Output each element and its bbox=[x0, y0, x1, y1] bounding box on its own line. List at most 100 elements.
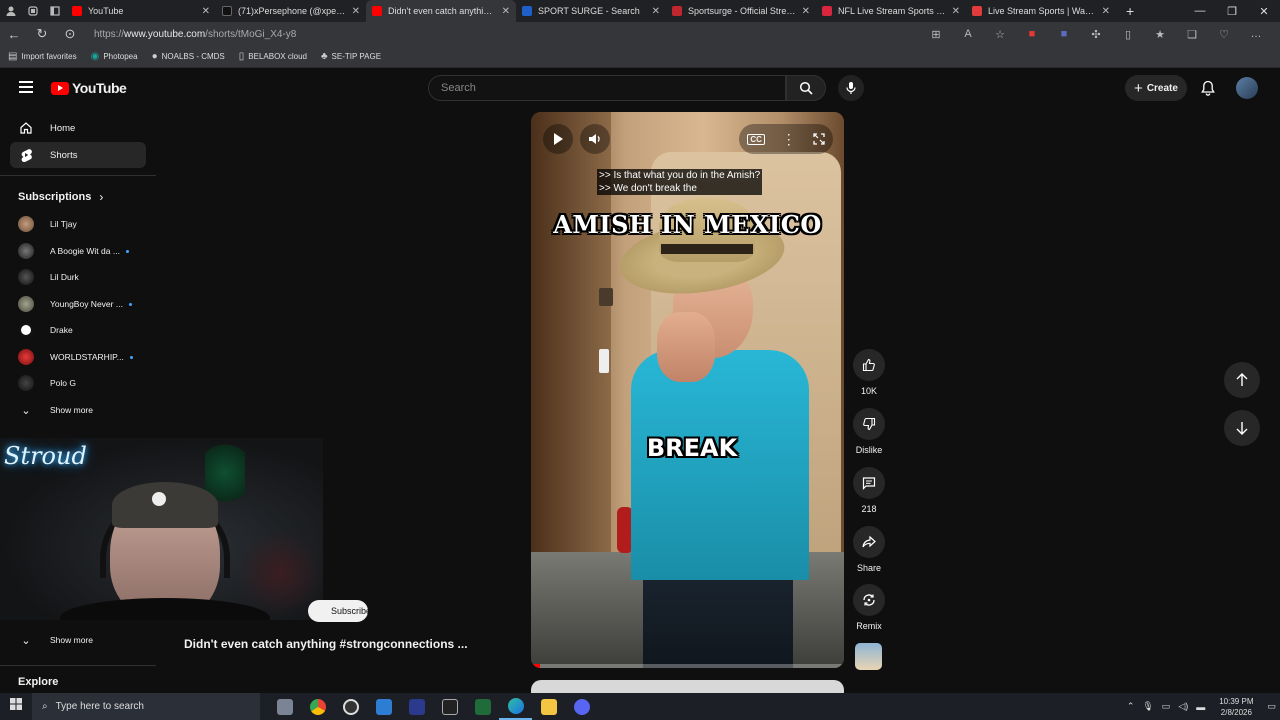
more-menu-icon[interactable]: … bbox=[1240, 28, 1272, 40]
workspaces-icon[interactable] bbox=[22, 0, 44, 22]
menu-icon[interactable] bbox=[19, 81, 33, 96]
next-short-preview[interactable] bbox=[531, 680, 844, 693]
site-info-icon[interactable]: ⊙ bbox=[56, 26, 84, 42]
battery-icon[interactable]: ▬ bbox=[1196, 702, 1205, 712]
comments-button[interactable]: 218 bbox=[852, 467, 886, 514]
start-button[interactable] bbox=[0, 697, 32, 716]
show-more-label: Show more bbox=[50, 405, 93, 415]
tab-close-icon[interactable]: ✕ bbox=[502, 6, 510, 17]
xbox-icon[interactable] bbox=[466, 693, 499, 720]
show-more-button[interactable]: ⌄ Show more bbox=[18, 630, 156, 650]
bookmark-se-tip[interactable]: ♣ SE-TIP PAGE bbox=[321, 51, 381, 62]
microphone-icon[interactable]: 🎙 bbox=[1142, 701, 1153, 712]
browser-tab[interactable]: (71)xPersephone (@xpersephone ✕ bbox=[216, 0, 366, 22]
app-available-icon[interactable]: ⊞ bbox=[920, 28, 952, 41]
browser-tab[interactable]: NFL Live Stream Sports | Watch ✕ bbox=[816, 0, 966, 22]
youtube-logo[interactable]: YouTube bbox=[51, 80, 127, 96]
tab-close-icon[interactable]: ✕ bbox=[802, 6, 810, 17]
browser-essentials-icon[interactable]: ♡ bbox=[1208, 28, 1240, 41]
browser-tab-active[interactable]: Didn't even catch anything #st ✕ bbox=[366, 0, 516, 22]
bookmark-belabox[interactable]: ▯ BELABOX cloud bbox=[239, 51, 307, 62]
file-explorer-icon[interactable] bbox=[532, 693, 565, 720]
subscription-item[interactable]: YoungBoy Never ... bbox=[18, 294, 156, 314]
voice-search-button[interactable] bbox=[838, 75, 864, 101]
restore-icon[interactable]: ❐ bbox=[1216, 5, 1248, 18]
read-aloud-icon[interactable]: A bbox=[952, 28, 984, 40]
edge-icon[interactable] bbox=[499, 693, 532, 720]
remix-button[interactable]: Remix bbox=[852, 584, 886, 631]
captions-icon[interactable]: CC bbox=[747, 133, 765, 145]
obs-icon[interactable] bbox=[334, 693, 367, 720]
taskbar-search[interactable]: ⌕ Type here to search bbox=[32, 693, 260, 720]
volume-icon[interactable]: ◁) bbox=[1178, 701, 1188, 712]
favorite-star-icon[interactable]: ☆ bbox=[984, 28, 1016, 41]
task-view-icon[interactable] bbox=[268, 693, 301, 720]
ublock-extension-icon[interactable]: ■ bbox=[1016, 28, 1048, 40]
short-title[interactable]: Didn't even catch anything #strongconnec… bbox=[184, 637, 468, 651]
extensions-puzzle-icon[interactable]: ✣ bbox=[1080, 28, 1112, 41]
subscription-item[interactable]: Polo G bbox=[18, 373, 156, 393]
search-button[interactable] bbox=[786, 75, 826, 101]
notifications-button[interactable] bbox=[1198, 77, 1218, 99]
app-icon[interactable] bbox=[565, 693, 598, 720]
browser-tab[interactable]: Live Stream Sports | Watchspo ✕ bbox=[966, 0, 1116, 22]
tab-close-icon[interactable]: ✕ bbox=[652, 6, 660, 17]
subscription-item[interactable]: Drake bbox=[18, 320, 156, 340]
create-button[interactable]: + Create bbox=[1125, 75, 1187, 101]
browser-tab[interactable]: SPORT SURGE - Search ✕ bbox=[516, 0, 666, 22]
close-window-icon[interactable]: ✕ bbox=[1248, 5, 1280, 18]
sidebar-item-shorts[interactable]: Shorts bbox=[10, 142, 146, 168]
volume-button[interactable] bbox=[580, 124, 610, 154]
extension-icon[interactable]: ■ bbox=[1048, 28, 1080, 40]
fullscreen-icon[interactable] bbox=[812, 133, 825, 145]
subscriptions-heading[interactable]: Subscriptions › bbox=[18, 190, 103, 204]
back-icon[interactable]: ← bbox=[0, 27, 28, 42]
tab-close-icon[interactable]: ✕ bbox=[352, 6, 360, 17]
clock[interactable]: 10:39 PM 2/8/2026 bbox=[1219, 696, 1253, 718]
tab-close-icon[interactable]: ✕ bbox=[952, 6, 960, 17]
account-avatar[interactable] bbox=[1236, 77, 1258, 99]
bookmark-import-favorites[interactable]: ▤ Import favorites bbox=[8, 51, 77, 62]
favorites-icon[interactable]: ★ bbox=[1144, 28, 1176, 41]
next-short-button[interactable] bbox=[1224, 410, 1260, 446]
notification-center-icon[interactable]: ▭ bbox=[1267, 701, 1276, 712]
dislike-button[interactable]: Dislike bbox=[852, 408, 886, 455]
profile-icon[interactable] bbox=[0, 0, 22, 22]
channel-thumbnail[interactable] bbox=[855, 643, 882, 670]
tray-expand-icon[interactable]: ⌃ bbox=[1127, 701, 1135, 712]
like-button[interactable]: 10K bbox=[852, 349, 886, 396]
subscription-item[interactable]: Lil Durk bbox=[18, 267, 156, 287]
store-icon[interactable] bbox=[367, 693, 400, 720]
browser-tab[interactable]: YouTube ✕ bbox=[66, 0, 216, 22]
epic-games-icon[interactable] bbox=[433, 693, 466, 720]
search-input[interactable]: Search bbox=[428, 75, 786, 101]
subscribe-button[interactable]: Subscribe bbox=[308, 600, 368, 622]
previous-short-button[interactable] bbox=[1224, 362, 1260, 398]
sidebar-item-home[interactable]: Home bbox=[10, 115, 146, 141]
bookmark-photopea[interactable]: ◉ Photopea bbox=[91, 51, 138, 62]
search-icon bbox=[799, 81, 813, 95]
tab-close-icon[interactable]: ✕ bbox=[202, 6, 210, 17]
minimize-icon[interactable]: — bbox=[1184, 5, 1216, 18]
more-options-icon[interactable]: ⋮ bbox=[782, 132, 796, 146]
new-tab-icon[interactable]: + bbox=[1116, 3, 1144, 19]
share-button[interactable]: Share bbox=[852, 526, 886, 573]
url-field[interactable]: https://www.youtube.com/shorts/tMoGi_X4-… bbox=[94, 29, 296, 40]
app-n-icon[interactable] bbox=[400, 693, 433, 720]
subscription-item[interactable]: A Boogie Wit da ... bbox=[18, 241, 156, 261]
chrome-icon[interactable] bbox=[301, 693, 334, 720]
browser-tab[interactable]: Sportsurge - Official Streams ✕ bbox=[666, 0, 816, 22]
network-icon[interactable]: ▭ bbox=[1162, 701, 1171, 712]
bookmark-noalbs[interactable]: ● NOALBS - CMDS bbox=[152, 51, 225, 62]
shorts-player[interactable]: CC ⋮ >> Is that what you do in the Amish… bbox=[531, 112, 844, 668]
split-screen-icon[interactable]: ▯ bbox=[1112, 28, 1144, 41]
tab-actions-icon[interactable] bbox=[44, 0, 66, 22]
refresh-icon[interactable]: ↻ bbox=[28, 26, 56, 42]
show-more-button[interactable]: ⌄ Show more bbox=[18, 400, 156, 420]
subscription-item[interactable]: WORLDSTARHIP... bbox=[18, 347, 156, 367]
tab-close-icon[interactable]: ✕ bbox=[1102, 6, 1110, 17]
collections-icon[interactable]: ❏ bbox=[1176, 28, 1208, 41]
subscription-item[interactable]: Lil Tjay bbox=[18, 214, 156, 234]
video-progress-bar[interactable] bbox=[531, 664, 844, 668]
play-button[interactable] bbox=[543, 124, 573, 154]
